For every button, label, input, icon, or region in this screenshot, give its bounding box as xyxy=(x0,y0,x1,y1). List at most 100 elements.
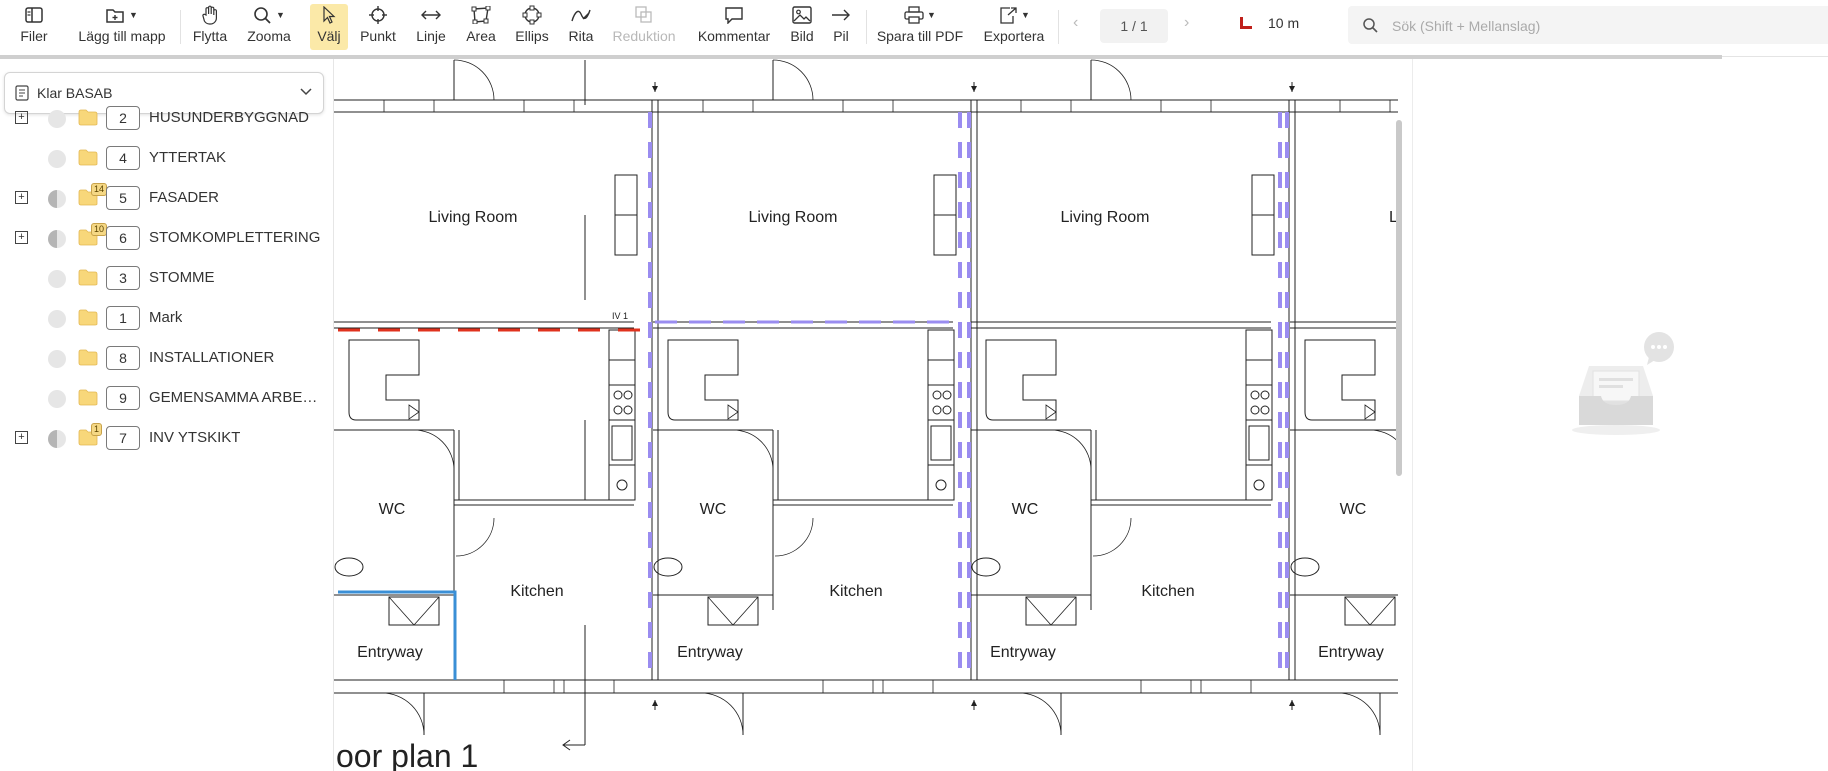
folder-number: 8 xyxy=(106,346,140,370)
expand-icon[interactable]: + xyxy=(15,431,28,444)
folder-name: INV YTSKIKT xyxy=(149,429,241,446)
save-pdf-button[interactable]: ▼ Spara till PDF xyxy=(874,4,966,50)
folder-name: INSTALLATIONER xyxy=(149,349,275,366)
export-button[interactable]: ▼ Exportera xyxy=(980,4,1048,50)
chevron-down-icon: ▼ xyxy=(276,10,285,20)
status-circle-icon[interactable] xyxy=(48,110,66,128)
expand-icon[interactable]: + xyxy=(15,231,28,244)
toolbar-separator xyxy=(1058,10,1059,44)
files-label: Filer xyxy=(20,28,48,44)
status-circle-icon[interactable] xyxy=(48,150,66,168)
comment-icon xyxy=(725,7,743,24)
room-label-wc: WC xyxy=(700,501,727,518)
prev-page-icon[interactable]: ‹ xyxy=(1073,14,1078,32)
next-page-icon[interactable]: › xyxy=(1184,14,1189,32)
document-icon xyxy=(15,85,29,101)
line-arrows-icon xyxy=(421,10,441,20)
room-label-wc: WC xyxy=(379,501,406,518)
zoom-button[interactable]: ▼ Zooma xyxy=(244,4,294,50)
status-circle-icon[interactable] xyxy=(48,390,66,408)
image-button[interactable]: Bild xyxy=(786,4,818,50)
ellipse-icon xyxy=(522,5,542,25)
ellipse-button[interactable]: Ellips xyxy=(510,4,554,50)
room-label-kitchen: Kitchen xyxy=(1141,583,1194,600)
folder-number: 9 xyxy=(106,386,140,410)
arrow-button[interactable]: Pil xyxy=(828,4,854,50)
freehand-icon xyxy=(571,9,591,22)
scale-indicator[interactable]: 10 m xyxy=(1238,15,1299,31)
folder-name: STOMKOMPLETTERING xyxy=(149,229,321,246)
folder-number: 2 xyxy=(106,106,140,130)
floor-plan-drawing[interactable]: Living Room Living Room Living Room Li W… xyxy=(334,59,1398,771)
folder-icon xyxy=(78,349,98,366)
comment-button[interactable]: Kommentar xyxy=(694,4,774,50)
add-folder-label: Lägg till mapp xyxy=(78,28,166,44)
zoom-label: Zooma xyxy=(247,28,291,44)
folder-row[interactable]: 8 INSTALLATIONER xyxy=(0,341,333,375)
scale-value: 10 m xyxy=(1268,15,1300,31)
folder-row[interactable]: 3 STOMME xyxy=(0,261,333,295)
room-label-wc: WC xyxy=(1012,501,1039,518)
add-folder-button[interactable]: ▼ Lägg till mapp xyxy=(72,4,172,50)
chevron-down-icon xyxy=(300,88,312,96)
folder-row[interactable]: +10 6 STOMKOMPLETTERING xyxy=(0,221,333,255)
comment-label: Kommentar xyxy=(697,28,771,44)
room-label-entryway: Entryway xyxy=(990,644,1056,661)
select-label: Välj xyxy=(317,28,341,44)
folder-name: FASADER xyxy=(149,189,220,206)
count-badge: 14 xyxy=(91,183,108,196)
status-circle-icon[interactable] xyxy=(48,270,66,288)
draw-button[interactable]: Rita xyxy=(564,4,598,50)
line-button[interactable]: Linje xyxy=(410,4,452,50)
status-circle-icon[interactable] xyxy=(48,230,66,248)
drawing-viewer[interactable]: Living Room Living Room Living Room Li W… xyxy=(334,59,1398,771)
select-button[interactable]: Välj xyxy=(310,4,348,50)
area-button[interactable]: Area xyxy=(462,4,500,50)
move-button[interactable]: Flytta xyxy=(188,4,232,50)
arrow-right-icon xyxy=(832,9,850,21)
room-label-wc: WC xyxy=(1340,501,1367,518)
status-circle-icon[interactable] xyxy=(48,430,66,448)
folder-number: 6 xyxy=(106,226,140,250)
chevron-down-icon: ▼ xyxy=(1021,10,1030,20)
room-label-living-room: Living Room xyxy=(749,209,838,226)
status-circle-icon[interactable] xyxy=(48,350,66,368)
folder-name: GEMENSAMMA ARBETEN xyxy=(149,389,324,406)
reduction-icon xyxy=(635,6,652,23)
cursor-icon xyxy=(323,6,336,24)
folder-icon xyxy=(78,269,98,286)
page-indicator[interactable]: 1 / 1 xyxy=(1100,9,1168,43)
arrow-label: Pil xyxy=(833,28,849,44)
folder-row[interactable]: +2 HUSUNDERBYGGNAD xyxy=(0,101,333,135)
room-label-living-room: Living Room xyxy=(1061,209,1150,226)
printer-icon xyxy=(904,6,924,24)
folder-row[interactable]: 9 GEMENSAMMA ARBETEN xyxy=(0,381,333,415)
room-label-kitchen: Kitchen xyxy=(510,583,563,600)
line-label: Linje xyxy=(416,28,446,44)
image-icon xyxy=(792,6,812,24)
folder-name: HUSUNDERBYGGNAD xyxy=(149,109,310,126)
folder-row[interactable]: 1 Mark xyxy=(0,301,333,335)
status-circle-icon[interactable] xyxy=(48,190,66,208)
folder-row[interactable]: +14 5 FASADER xyxy=(0,181,333,215)
reduction-button[interactable]: Reduktion xyxy=(610,4,678,50)
expand-icon[interactable]: + xyxy=(15,191,28,204)
search-input[interactable] xyxy=(1390,6,1814,46)
room-label-living-room: Living Room xyxy=(429,209,518,226)
search-box[interactable] xyxy=(1348,6,1828,46)
plan-unit xyxy=(1288,59,1398,737)
point-button[interactable]: Punkt xyxy=(356,4,400,50)
section-marker: IV 1 xyxy=(612,311,628,321)
folder-icon xyxy=(78,109,98,126)
comments-panel xyxy=(1412,59,1828,771)
viewer-scrollbar[interactable] xyxy=(1396,120,1402,476)
main-toolbar: Filer ▼ Lägg till mapp Flytta ▼ Zooma Vä… xyxy=(0,0,1828,57)
hand-icon xyxy=(202,5,217,25)
folder-row[interactable]: +1 7 INV YTSKIKT xyxy=(0,421,333,455)
files-button[interactable]: Filer xyxy=(14,4,54,50)
folder-row[interactable]: 4 YTTERTAK xyxy=(0,141,333,175)
expand-icon[interactable]: + xyxy=(15,111,28,124)
save-pdf-label: Spara till PDF xyxy=(876,28,964,44)
area-label: Area xyxy=(466,28,496,44)
status-circle-icon[interactable] xyxy=(48,310,66,328)
